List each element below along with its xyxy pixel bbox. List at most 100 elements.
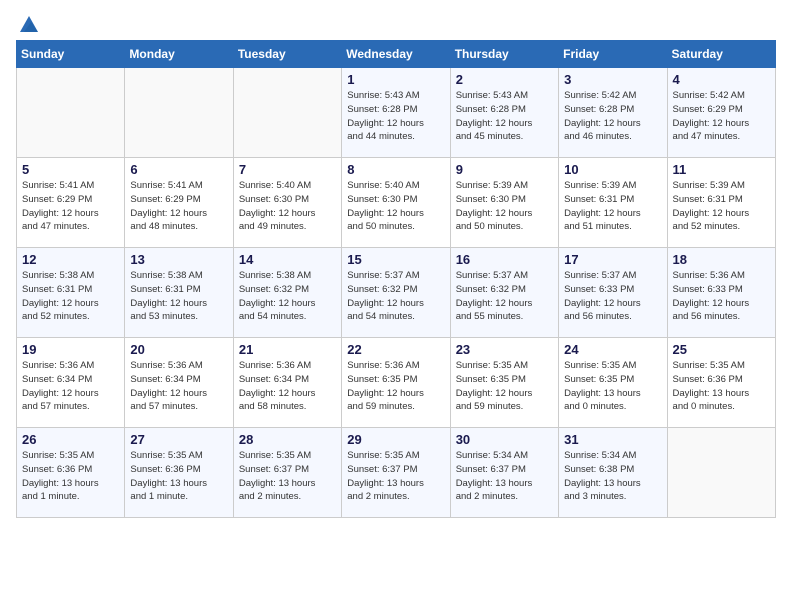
day-number: 26 [22,432,119,447]
week-row-1: 1 Sunrise: 5:43 AM Sunset: 6:28 PM Daylig… [17,68,776,158]
day-number: 8 [347,162,444,177]
day-number: 16 [456,252,553,267]
day-cell: 31 Sunrise: 5:34 AM Sunset: 6:38 PM Dayli… [559,428,667,518]
day-cell: 16 Sunrise: 5:37 AM Sunset: 6:32 PM Dayli… [450,248,558,338]
day-info: Sunrise: 5:38 AM Sunset: 6:31 PM Dayligh… [22,269,119,324]
day-cell: 21 Sunrise: 5:36 AM Sunset: 6:34 PM Dayli… [233,338,341,428]
day-info: Sunrise: 5:36 AM Sunset: 6:34 PM Dayligh… [130,359,227,414]
header-cell-monday: Monday [125,41,233,68]
day-number: 29 [347,432,444,447]
day-cell [233,68,341,158]
day-cell: 19Sunrise: 5:36 AM Sunset: 6:34 PM Dayli… [17,338,125,428]
day-info: Sunrise: 5:43 AM Sunset: 6:28 PM Dayligh… [347,89,444,144]
day-number: 31 [564,432,661,447]
day-cell: 13 Sunrise: 5:38 AM Sunset: 6:31 PM Dayli… [125,248,233,338]
day-cell [667,428,775,518]
day-cell: 26 Sunrise: 5:35 AM Sunset: 6:36 PM Dayli… [17,428,125,518]
day-cell [17,68,125,158]
day-number: 15 [347,252,444,267]
day-cell: 12 Sunrise: 5:38 AM Sunset: 6:31 PM Dayli… [17,248,125,338]
day-info: Sunrise: 5:34 AM Sunset: 6:37 PM Dayligh… [456,449,553,504]
week-row-3: 12 Sunrise: 5:38 AM Sunset: 6:31 PM Dayli… [17,248,776,338]
day-info: Sunrise: 5:35 AM Sunset: 6:36 PM Dayligh… [22,449,119,504]
day-info: Sunrise: 5:42 AM Sunset: 6:28 PM Dayligh… [564,89,661,144]
day-cell: 9 Sunrise: 5:39 AM Sunset: 6:30 PM Daylig… [450,158,558,248]
day-info: Sunrise: 5:35 AM Sunset: 6:36 PM Dayligh… [673,359,770,414]
day-cell: 6 Sunrise: 5:41 AM Sunset: 6:29 PM Daylig… [125,158,233,248]
header-row: SundayMondayTuesdayWednesdayThursdayFrid… [17,41,776,68]
day-number: 7 [239,162,336,177]
header-cell-wednesday: Wednesday [342,41,450,68]
day-info: Sunrise: 5:41 AM Sunset: 6:29 PM Dayligh… [22,179,119,234]
day-number: 19 [22,342,119,357]
header-cell-saturday: Saturday [667,41,775,68]
day-info: Sunrise: 5:36 AM Sunset: 6:34 PM Dayligh… [239,359,336,414]
day-number: 4 [673,72,770,87]
day-number: 23 [456,342,553,357]
day-number: 5 [22,162,119,177]
day-number: 6 [130,162,227,177]
day-cell: 17 Sunrise: 5:37 AM Sunset: 6:33 PM Dayli… [559,248,667,338]
header-cell-thursday: Thursday [450,41,558,68]
day-cell: 5 Sunrise: 5:41 AM Sunset: 6:29 PM Daylig… [17,158,125,248]
day-info: Sunrise: 5:39 AM Sunset: 6:31 PM Dayligh… [673,179,770,234]
day-info: Sunrise: 5:37 AM Sunset: 6:32 PM Dayligh… [347,269,444,324]
day-number: 1 [347,72,444,87]
day-cell: 20 Sunrise: 5:36 AM Sunset: 6:34 PM Dayli… [125,338,233,428]
day-number: 24 [564,342,661,357]
day-number: 2 [456,72,553,87]
day-info: Sunrise: 5:41 AM Sunset: 6:29 PM Dayligh… [130,179,227,234]
day-cell [125,68,233,158]
day-info: Sunrise: 5:37 AM Sunset: 6:33 PM Dayligh… [564,269,661,324]
day-cell: 22 Sunrise: 5:36 AM Sunset: 6:35 PM Dayli… [342,338,450,428]
day-cell: 7 Sunrise: 5:40 AM Sunset: 6:30 PM Daylig… [233,158,341,248]
logo-icon [18,14,40,36]
day-info: Sunrise: 5:34 AM Sunset: 6:38 PM Dayligh… [564,449,661,504]
day-cell: 28Sunrise: 5:35 AM Sunset: 6:37 PM Dayli… [233,428,341,518]
day-number: 27 [130,432,227,447]
day-cell: 8 Sunrise: 5:40 AM Sunset: 6:30 PM Daylig… [342,158,450,248]
day-info: Sunrise: 5:38 AM Sunset: 6:32 PM Dayligh… [239,269,336,324]
day-info: Sunrise: 5:35 AM Sunset: 6:36 PM Dayligh… [130,449,227,504]
day-cell: 4 Sunrise: 5:42 AM Sunset: 6:29 PM Daylig… [667,68,775,158]
day-info: Sunrise: 5:43 AM Sunset: 6:28 PM Dayligh… [456,89,553,144]
day-number: 30 [456,432,553,447]
day-number: 11 [673,162,770,177]
day-info: Sunrise: 5:35 AM Sunset: 6:35 PM Dayligh… [564,359,661,414]
day-number: 20 [130,342,227,357]
day-info: Sunrise: 5:37 AM Sunset: 6:32 PM Dayligh… [456,269,553,324]
header-cell-sunday: Sunday [17,41,125,68]
day-number: 17 [564,252,661,267]
day-info: Sunrise: 5:35 AM Sunset: 6:37 PM Dayligh… [239,449,336,504]
day-cell: 25Sunrise: 5:35 AM Sunset: 6:36 PM Dayli… [667,338,775,428]
day-number: 3 [564,72,661,87]
day-cell: 2 Sunrise: 5:43 AM Sunset: 6:28 PM Daylig… [450,68,558,158]
day-number: 22 [347,342,444,357]
day-info: Sunrise: 5:39 AM Sunset: 6:31 PM Dayligh… [564,179,661,234]
calendar-table: SundayMondayTuesdayWednesdayThursdayFrid… [16,40,776,518]
day-info: Sunrise: 5:40 AM Sunset: 6:30 PM Dayligh… [239,179,336,234]
day-cell: 23 Sunrise: 5:35 AM Sunset: 6:35 PM Dayli… [450,338,558,428]
day-number: 9 [456,162,553,177]
day-info: Sunrise: 5:35 AM Sunset: 6:37 PM Dayligh… [347,449,444,504]
week-row-2: 5 Sunrise: 5:41 AM Sunset: 6:29 PM Daylig… [17,158,776,248]
day-cell: 15 Sunrise: 5:37 AM Sunset: 6:32 PM Dayli… [342,248,450,338]
day-info: Sunrise: 5:40 AM Sunset: 6:30 PM Dayligh… [347,179,444,234]
day-cell: 11 Sunrise: 5:39 AM Sunset: 6:31 PM Dayli… [667,158,775,248]
day-number: 18 [673,252,770,267]
day-number: 10 [564,162,661,177]
day-info: Sunrise: 5:38 AM Sunset: 6:31 PM Dayligh… [130,269,227,324]
page-header [16,16,776,32]
day-info: Sunrise: 5:39 AM Sunset: 6:30 PM Dayligh… [456,179,553,234]
day-number: 12 [22,252,119,267]
day-info: Sunrise: 5:42 AM Sunset: 6:29 PM Dayligh… [673,89,770,144]
day-number: 21 [239,342,336,357]
week-row-4: 19 Sunrise: 5:36 AM Sunset: 6:34 PM Dayli… [17,338,776,428]
day-cell: 24 Sunrise: 5:35 AM Sunset: 6:35 PM Dayli… [559,338,667,428]
day-number: 13 [130,252,227,267]
day-info: Sunrise: 5:35 AM Sunset: 6:35 PM Dayligh… [456,359,553,414]
day-info: Sunrise: 5:36 AM Sunset: 6:35 PM Dayligh… [347,359,444,414]
day-cell: 14Sunrise: 5:38 AM Sunset: 6:32 PM Dayli… [233,248,341,338]
day-cell: 10 Sunrise: 5:39 AM Sunset: 6:31 PM Dayli… [559,158,667,248]
day-cell: 27 Sunrise: 5:35 AM Sunset: 6:36 PM Dayli… [125,428,233,518]
